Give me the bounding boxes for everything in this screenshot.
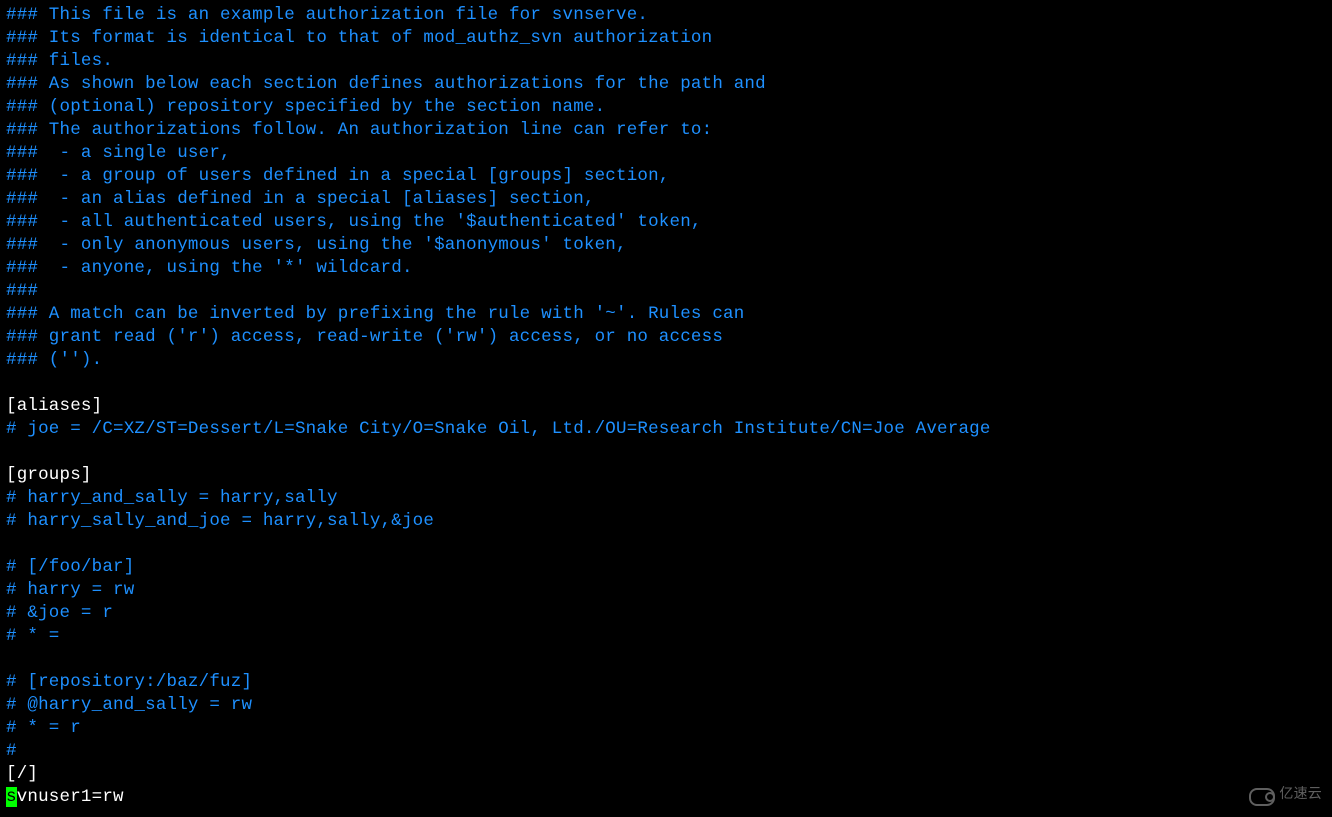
section-header: [/] [6,764,38,784]
editor-content[interactable]: ### This file is an example authorizatio… [6,4,1326,809]
editor-line: # harry = rw [6,579,1326,602]
section-header: [aliases] [6,396,102,416]
editor-line: # @harry_and_sally = rw [6,694,1326,717]
cloud-icon [1249,787,1273,805]
editor-line: ### A match can be inverted by prefixing… [6,303,1326,326]
comment-text: ### [6,281,38,301]
editor-line: ### (optional) repository specified by t… [6,96,1326,119]
comment-text: ### (''). [6,350,102,370]
comment-text: ### This file is an example authorizatio… [6,5,648,25]
editor-line: # [/foo/bar] [6,556,1326,579]
editor-line: ### - all authenticated users, using the… [6,211,1326,234]
comment-text: ### A match can be inverted by prefixing… [6,304,744,324]
editor-line: ### As shown below each section defines … [6,73,1326,96]
editor-line: # &joe = r [6,602,1326,625]
editor-line: # * = r [6,717,1326,740]
editor-line: ### - an alias defined in a special [ali… [6,188,1326,211]
comment-text: ### The authorizations follow. An author… [6,120,712,140]
comment-text: ### - all authenticated users, using the… [6,212,702,232]
comment-text: # [6,741,17,761]
editor-line: # [repository:/baz/fuz] [6,671,1326,694]
editor-line [6,372,1326,395]
comment-text: ### As shown below each section defines … [6,74,766,94]
comment-text: ### Its format is identical to that of m… [6,28,712,48]
comment-text: ### - only anonymous users, using the '$… [6,235,627,255]
comment-text: ### - a group of users defined in a spec… [6,166,670,186]
editor-line: ### grant read ('r') access, read-write … [6,326,1326,349]
editor-line: ### [6,280,1326,303]
editor-line: [groups] [6,464,1326,487]
editor-line [6,648,1326,671]
editor-line: ### The authorizations follow. An author… [6,119,1326,142]
editor-line: # harry_and_sally = harry,sally [6,487,1326,510]
comment-text: # [repository:/baz/fuz] [6,672,252,692]
comment-text: ### grant read ('r') access, read-write … [6,327,723,347]
editor-line: # harry_sally_and_joe = harry,sally,&joe [6,510,1326,533]
comment-text: ### - an alias defined in a special [ali… [6,189,595,209]
comment-text: # @harry_and_sally = rw [6,695,252,715]
editor-line: ### - a single user, [6,142,1326,165]
section-header: [groups] [6,465,92,485]
editor-line: [aliases] [6,395,1326,418]
comment-text: # &joe = r [6,603,113,623]
editor-line: ### - only anonymous users, using the '$… [6,234,1326,257]
comment-text: # [/foo/bar] [6,557,134,577]
config-line: vnuser1=rw [17,787,124,807]
editor-line [6,441,1326,464]
comment-text: ### - a single user, [6,143,231,163]
cursor: s [6,787,17,807]
comment-text: # harry_sally_and_joe = harry,sally,&joe [6,511,434,531]
comment-text: # harry = rw [6,580,134,600]
comment-text: # * = [6,626,60,646]
editor-line: ### This file is an example authorizatio… [6,4,1326,27]
editor-line [6,533,1326,556]
comment-text: ### files. [6,51,113,71]
comment-text: ### - anyone, using the '*' wildcard. [6,258,413,278]
comment-text: ### (optional) repository specified by t… [6,97,605,117]
watermark: 亿速云 [1249,784,1322,807]
editor-line: # joe = /C=XZ/ST=Dessert/L=Snake City/O=… [6,418,1326,441]
editor-line: ### - anyone, using the '*' wildcard. [6,257,1326,280]
editor-line: # [6,740,1326,763]
editor-line: ### files. [6,50,1326,73]
editor-line: svnuser1=rw [6,786,1326,809]
editor-line: [/] [6,763,1326,786]
comment-text: # harry_and_sally = harry,sally [6,488,338,508]
comment-text: # joe = /C=XZ/ST=Dessert/L=Snake City/O=… [6,419,991,439]
editor-line: ### - a group of users defined in a spec… [6,165,1326,188]
editor-line: ### (''). [6,349,1326,372]
watermark-text: 亿速云 [1279,784,1322,807]
editor-line: # * = [6,625,1326,648]
comment-text: # * = r [6,718,81,738]
editor-line: ### Its format is identical to that of m… [6,27,1326,50]
